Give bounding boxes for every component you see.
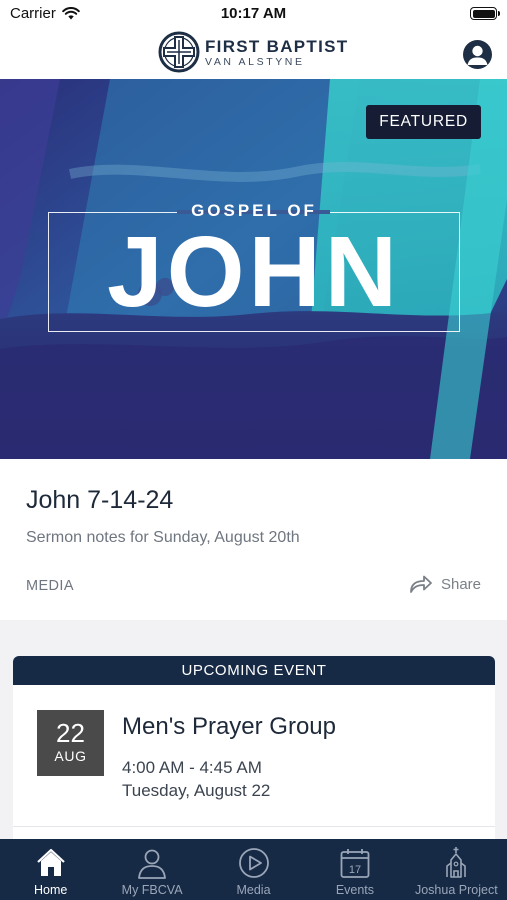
- tab-events[interactable]: 17 Events: [304, 839, 405, 900]
- app-screen: Carrier 10:17 AM FIRST BAPTIST VAN ALSTY…: [0, 0, 507, 900]
- tab-my-fbcva[interactable]: My FBCVA: [101, 839, 202, 900]
- media-title: John 7-14-24: [26, 486, 174, 514]
- profile-button[interactable]: [463, 40, 492, 69]
- tab-media[interactable]: Media: [203, 839, 304, 900]
- tab-joshua-project-label: Joshua Project: [414, 883, 498, 897]
- event-title: Men's Prayer Group: [122, 713, 336, 740]
- battery-icon: [470, 7, 500, 20]
- logo-subtitle: VAN ALSTYNE: [205, 55, 305, 68]
- tab-media-label: Media: [236, 883, 271, 897]
- person-icon: [138, 849, 167, 879]
- logo-text: FIRST BAPTIST VAN ALSTYNE: [205, 37, 348, 68]
- tab-home[interactable]: Home: [0, 839, 101, 900]
- tab-my-fbcva-label: My FBCVA: [121, 883, 183, 897]
- event-date: Tuesday, August 22: [122, 781, 271, 800]
- event-time: 4:00 AM - 4:45 AM: [122, 758, 262, 777]
- tab-joshua-project[interactable]: Joshua Project: [406, 839, 507, 900]
- bottom-tab-bar: Home My FBCVA Media 17 Events Joshua Pro…: [0, 839, 507, 900]
- app-header: FIRST BAPTIST VAN ALSTYNE: [0, 30, 507, 79]
- play-circle-icon: [238, 848, 269, 878]
- calendar-icon: 17: [340, 849, 370, 878]
- upcoming-event-header: UPCOMING EVENT: [13, 656, 495, 685]
- media-subtitle: Sermon notes for Sunday, August 20th: [26, 529, 300, 546]
- logo-title: FIRST BAPTIST: [205, 36, 349, 56]
- featured-hero-banner[interactable]: FEATURED GOSPEL OF JOHN: [0, 79, 507, 459]
- upcoming-event-card[interactable]: UPCOMING EVENT 22 AUG Men's Prayer Group…: [13, 656, 495, 856]
- featured-media-card[interactable]: John 7-14-24 Sermon notes for Sunday, Au…: [0, 459, 507, 620]
- event-date-badge: 22 AUG: [37, 710, 104, 776]
- event-month: AUG: [54, 748, 87, 764]
- hero-title: JOHN: [107, 216, 401, 328]
- share-label: Share: [440, 575, 481, 593]
- status-time: 10:17 AM: [220, 5, 287, 22]
- user-circle-icon: [467, 45, 488, 65]
- share-button[interactable]: Share: [409, 574, 481, 594]
- tab-events-label: Events: [335, 883, 375, 897]
- event-divider: [13, 826, 495, 827]
- cross-logo-icon: [158, 31, 200, 73]
- calendar-day: 17: [349, 864, 361, 876]
- tab-home-label: Home: [34, 883, 68, 897]
- event-day: 22: [56, 718, 85, 748]
- featured-badge: FEATURED: [366, 105, 481, 139]
- media-category: MEDIA: [26, 578, 74, 594]
- status-bar: Carrier 10:17 AM: [0, 0, 507, 30]
- church-logo: FIRST BAPTIST VAN ALSTYNE: [158, 31, 348, 73]
- share-arrow-icon: [410, 575, 432, 593]
- church-icon: [446, 847, 467, 878]
- home-icon: [36, 848, 65, 876]
